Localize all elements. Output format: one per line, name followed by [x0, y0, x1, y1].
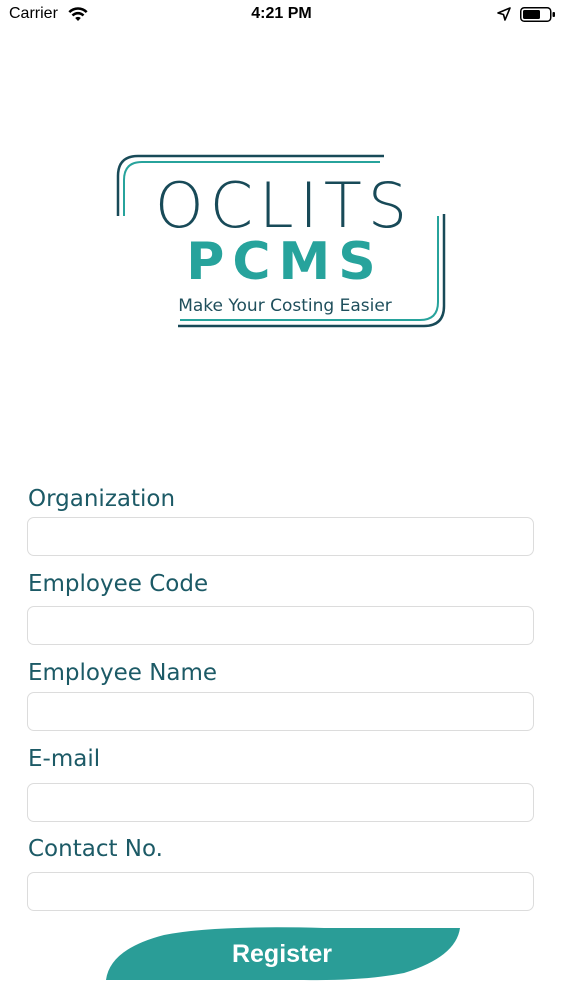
- organization-input[interactable]: [27, 517, 534, 556]
- status-bar: Carrier 4:21 PM: [0, 0, 563, 30]
- employee-name-input[interactable]: [27, 692, 534, 731]
- contact-no-input[interactable]: [27, 872, 534, 911]
- email-label: E-mail: [28, 746, 101, 772]
- logo-title: OCLITS: [154, 169, 414, 242]
- registration-screen: Carrier 4:21 PM OCLITS PCMS Make Your Co…: [0, 0, 563, 1000]
- location-arrow-icon: [497, 7, 511, 21]
- employee-code-label: Employee Code: [28, 571, 209, 597]
- register-button-label: Register: [231, 940, 333, 968]
- email-input[interactable]: [27, 783, 534, 822]
- logo-tagline: Make Your Costing Easier: [178, 296, 392, 316]
- employee-name-label: Employee Name: [28, 660, 218, 686]
- register-button[interactable]: Register: [104, 927, 460, 981]
- battery-icon: [520, 7, 556, 22]
- contact-no-label: Contact No.: [28, 836, 163, 862]
- logo-subtitle: PCMS: [186, 232, 384, 292]
- app-logo: OCLITS PCMS Make Your Costing Easier: [114, 154, 450, 332]
- status-time: 4:21 PM: [251, 5, 312, 22]
- organization-label: Organization: [28, 486, 176, 512]
- employee-code-input[interactable]: [27, 606, 534, 645]
